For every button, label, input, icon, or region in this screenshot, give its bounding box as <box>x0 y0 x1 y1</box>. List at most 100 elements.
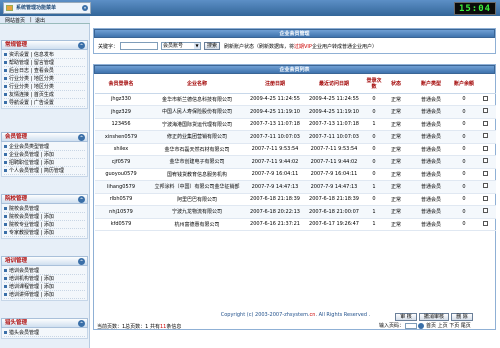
cell-register-date: 2007-6-18 21:18:39 <box>247 193 303 206</box>
sidebar-item[interactable]: 企业会员类型管理 <box>4 143 85 151</box>
refresh-status-link[interactable]: 刷新账户状态（刷新数据库，将过期VIP企业用户转成普通企业用户） <box>224 43 377 50</box>
sidebar-item[interactable]: 院校专业管理 | 添加 <box>4 221 85 229</box>
cell-balance: 0 <box>453 180 475 194</box>
sidebar-item[interactable]: 培训课程管理 | 添加 <box>4 283 85 291</box>
sidebar-section-header[interactable]: 培训管理 ^ <box>1 256 88 266</box>
sidebar-item[interactable]: 培训讲师管理 | 添加 <box>4 291 85 299</box>
nav-exit-link[interactable]: 退出 <box>35 17 45 24</box>
sidebar-item[interactable]: 行业分类 | 地区分类 <box>4 83 85 91</box>
cell-account-type: 普通会员 <box>409 105 453 119</box>
sidebar-item[interactable]: 友情连接 | 首页生成 <box>4 91 85 99</box>
sidebar-item-label: 院校会员管理 | 添加 <box>9 214 54 220</box>
row-checkbox[interactable] <box>483 170 488 176</box>
sidebar-item[interactable]: 院校会员管理 | 添加 <box>4 213 85 221</box>
row-checkbox[interactable] <box>483 220 488 226</box>
page-number-input[interactable] <box>405 322 418 329</box>
sidebar-item[interactable]: 帮助管理 | 留言管理 <box>4 59 85 67</box>
digital-clock: 15:04 <box>454 2 496 15</box>
table-row: rlbh0579 阿里巴巴有限公司 2007-6-18 21:18:39 2007-6… <box>95 193 496 206</box>
nav-separator: | <box>30 17 32 23</box>
row-checkbox[interactable] <box>483 208 488 214</box>
cell-login-count: 1 <box>365 180 383 194</box>
sidebar-item[interactable]: 导航设置 | 广告设置 <box>4 99 85 107</box>
row-checkbox[interactable] <box>483 120 488 126</box>
cell-company: 立邦涂料（中国）有限公司金华征销部 <box>147 180 247 194</box>
sidebar-section-header[interactable]: 猎头管理 ^ <box>1 318 88 328</box>
row-checkbox[interactable] <box>483 158 488 164</box>
cell-company: 宁波海港国际货运代理有限公司 <box>147 118 247 131</box>
row-checkbox[interactable] <box>483 195 488 201</box>
table-row: 123456 宁波海港国际货运代理有限公司 2007-7-13 11:07:18 20… <box>95 118 496 131</box>
cell-status: 正常 <box>383 143 409 156</box>
sidebar-item-label: 培训机构管理 | 添加 <box>9 276 54 282</box>
cell-balance: 0 <box>453 118 475 131</box>
sidebar-item[interactable]: 专家教授管理 | 添加 <box>4 229 85 237</box>
pager-links[interactable]: 首页 上页 下页 尾页 <box>426 323 471 329</box>
bullet-icon <box>4 169 7 172</box>
cell-balance: 0 <box>453 205 475 219</box>
sidebar-item[interactable]: 培训会员管理 <box>4 267 85 275</box>
top-bar: 系统管理功能菜单 « 15:04 <box>0 0 500 16</box>
cell-account-type: 普通会员 <box>409 218 453 231</box>
field-select[interactable]: 会员账号 ▼ <box>161 42 201 50</box>
system-menu-title[interactable]: 系统管理功能菜单 « <box>3 2 91 14</box>
cell-login: 123456 <box>95 118 147 131</box>
nav-home-link[interactable]: 网站首页 <box>5 17 25 24</box>
cell-balance: 0 <box>453 143 475 156</box>
cell-login: rlbh0579 <box>95 193 147 206</box>
sidebar-item-label: 友情连接 | 首页生成 <box>9 92 54 98</box>
sidebar-item[interactable]: 资讯设置 | 信息发布 <box>4 51 85 59</box>
sidebar-item[interactable]: 行业分类 | 地区分类 <box>4 75 85 83</box>
sidebar-item[interactable]: 个人会员管理 | 简历管理 <box>4 167 85 175</box>
sidebar-section-header[interactable]: 常规管理 ^ <box>1 40 88 50</box>
cell-login-count: 0 <box>365 168 383 181</box>
sidebar-item[interactable]: 招聘职位管理 | 添加 <box>4 159 85 167</box>
sidebar-item-label: 行业分类 | 地区分类 <box>9 76 54 82</box>
cell-login: jhgz330 <box>95 93 147 106</box>
cell-login: jhgz329 <box>95 105 147 119</box>
cell-account-type: 普通会员 <box>409 193 453 206</box>
sidebar-item[interactable]: 培训机构管理 | 添加 <box>4 275 85 283</box>
pager-prefix: 当前页数：1总页数：1 共有 <box>97 324 160 330</box>
sidebar-section-title: 培训管理 <box>5 258 28 264</box>
sidebar-section-header[interactable]: 会员管理 ^ <box>1 132 88 142</box>
bullet-icon <box>4 85 7 88</box>
copyright-prefix: Copyright (c) 2003-2007-zhsystem. <box>220 312 310 318</box>
search-button[interactable]: 搜索 <box>204 42 220 50</box>
cell-register-date: 2009-4-25 11:24:55 <box>247 93 303 106</box>
row-checkbox[interactable] <box>483 95 488 101</box>
keyword-input[interactable] <box>120 42 158 50</box>
row-checkbox[interactable] <box>483 133 488 139</box>
chevron-up-icon[interactable]: ^ <box>78 134 85 141</box>
chevron-up-icon[interactable]: ^ <box>78 320 85 327</box>
go-page-icon[interactable] <box>418 322 425 329</box>
cell-select <box>475 118 496 131</box>
bullet-icon <box>4 61 7 64</box>
collapse-arrow-icon[interactable]: « <box>82 5 88 11</box>
col-header-login: 会员登录名 <box>95 75 147 94</box>
sidebar-section-header[interactable]: 院校管理 ^ <box>1 194 88 204</box>
sidebar-item[interactable]: 猎头会员管理 <box>4 329 85 337</box>
row-checkbox[interactable] <box>483 108 488 114</box>
table-row: nhj10579 宁波九龙物流有限公司 2007-6-18 20:22:13 2007… <box>95 205 496 219</box>
cell-account-type: 普通会员 <box>409 205 453 219</box>
sidebar-section-title: 院校管理 <box>5 196 28 202</box>
chevron-up-icon[interactable]: ^ <box>78 196 85 203</box>
sidebar-section-members: 会员管理 ^ 企业会员类型管理 企业会员管理 | 添加 招聘职位管理 | 添加 个… <box>1 132 88 177</box>
row-checkbox[interactable] <box>483 145 488 151</box>
dropdown-arrow-icon: ▼ <box>194 43 200 49</box>
bullet-icon <box>4 223 7 226</box>
sidebar-item[interactable]: 企业会员管理 | 添加 <box>4 151 85 159</box>
member-list-title: 企业会员列表 <box>94 65 495 74</box>
row-checkbox[interactable] <box>483 183 488 189</box>
bullet-icon <box>4 285 7 288</box>
sidebar-item[interactable]: 院校会员管理 <box>4 205 85 213</box>
cell-status: 正常 <box>383 93 409 106</box>
chevron-up-icon[interactable]: ^ <box>78 258 85 265</box>
bullet-icon <box>4 269 7 272</box>
sidebar-item-label: 行业分类 | 地区分类 <box>9 84 54 90</box>
cell-company: 国宥钱货教育信息服务机构 <box>147 168 247 181</box>
chevron-up-icon[interactable]: ^ <box>78 42 85 49</box>
sidebar-item[interactable]: 后台日志 | 查看会员 <box>4 67 85 75</box>
col-header-register-date: 注册日期 <box>247 75 303 94</box>
